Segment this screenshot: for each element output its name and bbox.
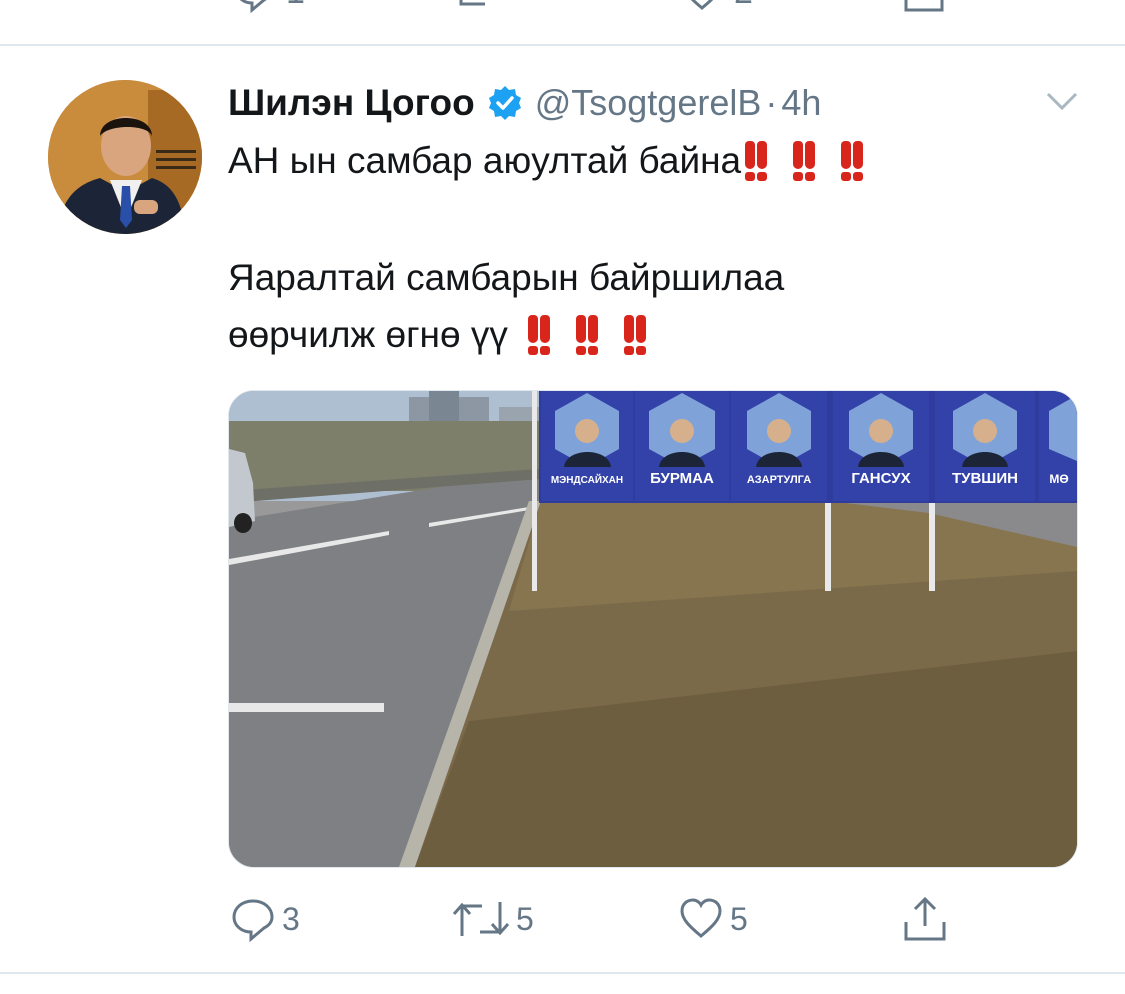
street-billboard-photo: МЭНДСАЙХАН БУРМАА АЗАРТУЛГА ГАНСУХ ТУВШИ… xyxy=(229,391,1077,867)
billboard-label: АЗАРТУЛГА xyxy=(747,474,811,486)
previous-share-button[interactable] xyxy=(902,0,946,14)
previous-like-button[interactable]: 2 xyxy=(680,0,753,14)
double-exclamation-emoji xyxy=(745,141,768,181)
billboard-label: БУРМАА xyxy=(650,470,714,487)
retweet-icon xyxy=(459,0,485,6)
tweet-text-1: АН ын самбар аюултай байна xyxy=(228,140,742,181)
billboard-label: ГАНСУХ xyxy=(851,470,910,487)
retweet-icon xyxy=(452,902,510,936)
avatar-photo xyxy=(48,80,202,234)
tweet-text-2: Яаралтай самбарын байршилаа xyxy=(228,257,785,298)
reply-button[interactable]: 3 xyxy=(230,896,300,942)
billboard-label: ТУВШИН xyxy=(952,470,1018,487)
header-separator: · xyxy=(765,82,778,123)
double-exclamation-emoji xyxy=(527,315,550,355)
like-button[interactable]: 5 xyxy=(678,896,748,942)
previous-retweet-button[interactable] xyxy=(455,0,507,14)
previous-like-count: 2 xyxy=(734,0,753,12)
heart-icon xyxy=(680,898,722,938)
share-button[interactable] xyxy=(902,896,948,942)
billboard-label: МЭНДСАЙХАН xyxy=(551,473,623,486)
tweet-divider-bottom xyxy=(0,972,1125,974)
like-count: 5 xyxy=(730,900,748,937)
previous-tweet-actions: 1 2 xyxy=(0,0,1125,44)
billboard-row: МЭНДСАЙХАН БУРМАА АЗАРТУЛГА ГАНСУХ ТУВШИ… xyxy=(539,391,1077,503)
chevron-down-icon[interactable] xyxy=(1044,90,1080,114)
retweet-count: 5 xyxy=(516,900,534,937)
reply-count: 3 xyxy=(282,900,300,937)
reply-icon xyxy=(239,0,267,14)
double-exclamation-emoji xyxy=(793,141,816,181)
previous-reply-button[interactable]: 1 xyxy=(232,0,305,14)
reply-icon xyxy=(232,899,274,942)
display-name[interactable]: Шилэн Цогоо xyxy=(228,82,475,124)
double-exclamation-emoji xyxy=(575,315,598,355)
user-handle[interactable]: @TsogtgerelB xyxy=(535,82,762,124)
tweet-media-photo[interactable]: МЭНДСАЙХАН БУРМАА АЗАРТУЛГА ГАНСУХ ТУВШИ… xyxy=(228,390,1078,868)
tweet-actions: 3 5 5 xyxy=(0,896,1125,946)
previous-reply-count: 1 xyxy=(286,0,305,12)
double-exclamation-emoji xyxy=(623,315,646,355)
share-icon xyxy=(904,0,944,12)
tweet-text-line-2: Яаралтай самбарын байршилаа xyxy=(228,253,784,303)
share-icon xyxy=(904,896,946,941)
tweet-text-line-1: АН ын самбар аюултай байна xyxy=(228,136,864,186)
tweet-text-line-3: өөрчилж өгнө үү xyxy=(228,310,646,360)
tweet-header: Шилэн Цогоо @TsogtgerelB · 4h xyxy=(228,76,821,130)
double-exclamation-emoji xyxy=(841,141,864,181)
verified-badge-icon xyxy=(488,86,521,120)
billboard-label: МӨ xyxy=(1049,472,1068,486)
avatar[interactable] xyxy=(48,80,202,234)
tweet-divider-top xyxy=(0,44,1125,46)
retweet-button[interactable]: 5 xyxy=(452,896,534,942)
tweet-timestamp[interactable]: 4h xyxy=(781,82,821,124)
tweet-text-3: өөрчилж өгнө үү xyxy=(228,314,508,355)
heart-icon xyxy=(690,0,714,10)
